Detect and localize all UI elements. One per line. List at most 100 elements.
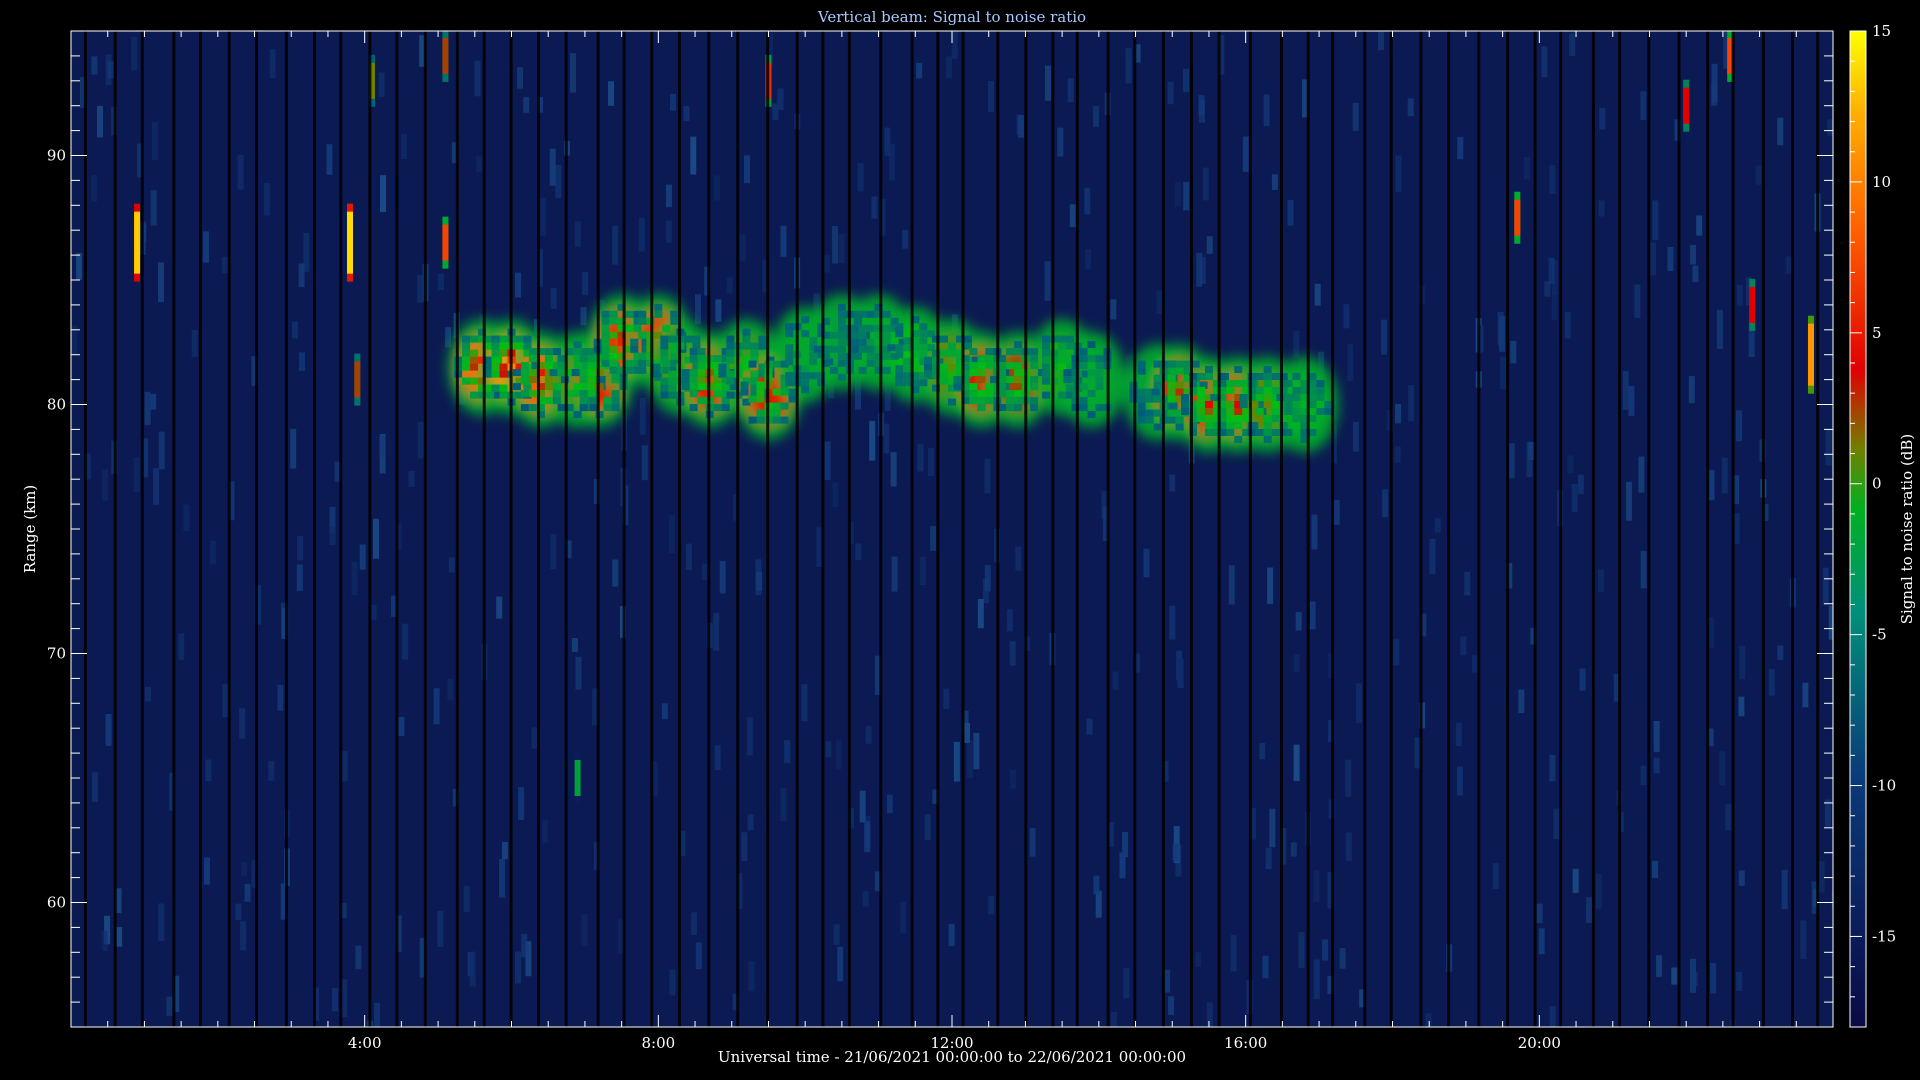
noise-speck — [379, 436, 386, 458]
echo-cell — [609, 359, 618, 367]
echo-cell — [1175, 367, 1184, 375]
noise-speck — [889, 143, 895, 181]
noise-speck — [1044, 261, 1051, 301]
echo-cell — [1226, 401, 1235, 408]
noise-speck — [1768, 669, 1775, 696]
noise-speck — [984, 458, 991, 494]
time-gap-stripe — [1618, 31, 1622, 1027]
echo-cell — [780, 402, 789, 410]
noise-speck — [531, 727, 538, 749]
noise-speck — [326, 144, 333, 175]
noise-speck — [1167, 81, 1174, 105]
noise-speck — [269, 49, 276, 79]
noise-speck — [988, 895, 995, 915]
echo-cell — [882, 310, 891, 318]
time-gap-stripe — [1533, 31, 1537, 1027]
noise-speck — [417, 275, 424, 303]
echo-cell — [1137, 388, 1146, 396]
noise-speck — [1818, 861, 1825, 893]
noise-speck — [715, 299, 722, 322]
noise-speck — [1738, 870, 1745, 886]
echo-cell — [1087, 411, 1096, 419]
echo-cell — [866, 352, 875, 360]
noise-speck — [474, 60, 481, 97]
echo-cell — [919, 330, 928, 338]
echo-cell — [858, 324, 867, 332]
x-tick-label: 8:00 — [641, 1034, 675, 1052]
echo-cell — [1058, 342, 1067, 350]
noise-speck — [521, 933, 528, 958]
noise-speck — [1508, 443, 1515, 479]
noise-speck — [1457, 136, 1464, 160]
echo-cell — [1079, 397, 1088, 405]
noise-speck — [691, 912, 697, 936]
noise-speck — [1394, 446, 1401, 463]
echo-cell — [977, 369, 986, 377]
time-gap-stripe — [596, 31, 600, 1027]
echo-cell — [1226, 422, 1235, 429]
echo-cell — [1205, 415, 1213, 422]
meteor-streak-core — [574, 760, 581, 796]
echo-cell — [579, 376, 588, 384]
noise-speck — [1736, 284, 1743, 306]
x-tick-label: 20:00 — [1518, 1034, 1561, 1052]
time-gap-stripe — [936, 31, 940, 1027]
echo-cell — [1030, 383, 1039, 391]
echo-cell — [742, 328, 751, 336]
echo-cell — [1263, 394, 1272, 401]
echo-cell — [523, 335, 532, 343]
echo-cell — [573, 383, 582, 391]
noise-speck — [1551, 292, 1558, 321]
noise-speck — [1168, 996, 1175, 1016]
echo-cell — [1079, 355, 1088, 363]
noise-speck — [355, 945, 362, 970]
echo-cell — [772, 402, 781, 410]
noise-speck — [816, 527, 823, 567]
noise-speck — [1536, 903, 1543, 924]
echo-cell — [552, 390, 561, 398]
noise-speck — [1708, 469, 1715, 501]
noise-speck — [166, 996, 173, 1016]
noise-speck — [946, 56, 952, 79]
noise-speck — [1725, 804, 1732, 831]
noise-speck — [1460, 636, 1467, 656]
noise-speck — [1510, 340, 1517, 364]
echo-cell — [948, 398, 956, 406]
noise-speck — [1183, 181, 1190, 211]
noise-speck — [639, 397, 646, 435]
noise-speck — [1785, 256, 1792, 274]
echo-cell — [499, 391, 508, 399]
meteor-streak-core — [346, 211, 353, 274]
echo-cell — [1042, 370, 1051, 378]
echo-cell — [470, 356, 479, 364]
echo-cell — [801, 386, 810, 394]
echo-cell — [654, 303, 663, 311]
noise-speck — [1622, 371, 1629, 410]
echo-cell — [1014, 362, 1023, 370]
echo-cell — [689, 355, 698, 363]
echo-cell — [858, 310, 867, 318]
time-gap-stripe — [707, 31, 711, 1027]
echo-cell — [1145, 409, 1154, 417]
noise-speck — [1230, 935, 1237, 972]
noise-speck — [515, 272, 522, 298]
echo-cell — [940, 349, 948, 357]
echo-cell — [1263, 366, 1272, 373]
echo-cell — [940, 377, 948, 385]
time-gap-stripe — [368, 31, 372, 1027]
noise-speck — [237, 155, 244, 190]
noise-speck — [886, 794, 893, 814]
echo-cell — [573, 411, 582, 419]
noise-speck — [1069, 204, 1076, 227]
noise-speck — [550, 534, 557, 570]
time-gap-stripe — [113, 31, 117, 1027]
noise-speck — [1571, 483, 1578, 512]
noise-speck — [1112, 671, 1119, 690]
echo-cell — [1079, 383, 1088, 391]
echo-cell — [1153, 395, 1162, 403]
echo-cell — [520, 390, 529, 398]
echo-cell — [491, 363, 500, 371]
echo-cell — [1205, 408, 1213, 415]
echo-cell — [1292, 415, 1301, 422]
meteor-streak-core — [134, 211, 141, 274]
